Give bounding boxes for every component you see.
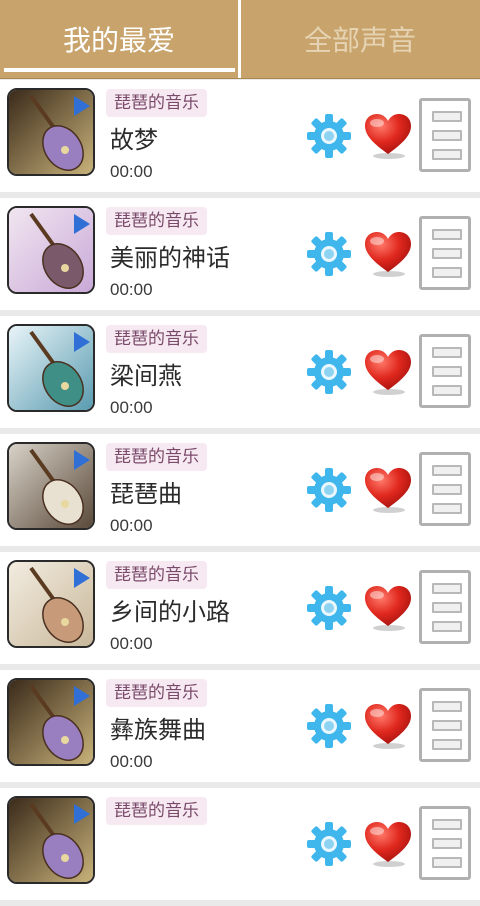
category-tag: 琵琶的音乐 [106, 561, 207, 589]
menu-line [432, 347, 462, 358]
heart-icon[interactable] [363, 702, 413, 750]
heart-icon[interactable] [363, 348, 413, 396]
play-icon[interactable] [74, 214, 90, 234]
menu-line [432, 503, 462, 514]
tab-all-sounds[interactable]: 全部声音 [240, 0, 480, 78]
song-thumbnail[interactable] [7, 678, 95, 766]
menu-line [432, 621, 462, 632]
menu-line [432, 583, 462, 594]
song-duration: 00:00 [110, 162, 153, 181]
play-icon[interactable] [74, 568, 90, 588]
menu-line [432, 366, 462, 377]
menu-line [432, 857, 462, 868]
category-tag: 琵琶的音乐 [106, 207, 207, 235]
song-duration: 00:00 [110, 752, 153, 771]
menu-icon[interactable] [419, 570, 471, 644]
menu-line [432, 602, 462, 613]
heart-icon[interactable] [363, 112, 413, 160]
menu-icon[interactable] [419, 334, 471, 408]
category-tag: 琵琶的音乐 [106, 325, 207, 353]
category-tag: 琵琶的音乐 [106, 89, 207, 117]
song-thumbnail[interactable] [7, 442, 95, 530]
heart-icon[interactable] [363, 230, 413, 278]
menu-icon[interactable] [419, 806, 471, 880]
menu-icon[interactable] [419, 688, 471, 762]
list-item[interactable]: 琵琶的音乐 琵琶曲 00:00 [0, 434, 480, 546]
list-item[interactable]: 琵琶的音乐 [0, 788, 480, 900]
tab-my-favorites[interactable]: 我的最爱 [0, 0, 238, 78]
menu-icon[interactable] [419, 216, 471, 290]
menu-line [432, 130, 462, 141]
menu-line [432, 111, 462, 122]
gear-icon[interactable] [305, 466, 353, 514]
song-duration: 00:00 [110, 516, 153, 535]
gear-icon[interactable] [305, 702, 353, 750]
menu-line [432, 838, 462, 849]
menu-line [432, 484, 462, 495]
song-title: 故梦 [110, 126, 158, 154]
gear-icon[interactable] [305, 112, 353, 160]
list-item[interactable]: 琵琶的音乐 梁间燕 00:00 [0, 316, 480, 428]
gear-icon[interactable] [305, 584, 353, 632]
list-item[interactable]: 琵琶的音乐 乡间的小路 00:00 [0, 552, 480, 664]
song-duration: 00:00 [110, 398, 153, 417]
song-title: 彝族舞曲 [110, 716, 206, 744]
menu-line [432, 701, 462, 712]
category-tag: 琵琶的音乐 [106, 797, 207, 825]
list-item[interactable]: 琵琶的音乐 美丽的神话 00:00 [0, 198, 480, 310]
list-item[interactable]: 琵琶的音乐 彝族舞曲 00:00 [0, 670, 480, 782]
heart-icon[interactable] [363, 820, 413, 868]
menu-line [432, 248, 462, 259]
list-item[interactable]: 琵琶的音乐 故梦 00:00 [0, 80, 480, 192]
gear-icon[interactable] [305, 230, 353, 278]
active-tab-indicator [4, 68, 235, 72]
song-title: 琵琶曲 [110, 480, 182, 508]
play-icon[interactable] [74, 804, 90, 824]
menu-icon[interactable] [419, 98, 471, 172]
category-tag: 琵琶的音乐 [106, 443, 207, 471]
menu-line [432, 465, 462, 476]
song-thumbnail[interactable] [7, 206, 95, 294]
menu-line [432, 229, 462, 240]
song-title: 乡间的小路 [110, 598, 230, 626]
play-icon[interactable] [74, 686, 90, 706]
song-thumbnail[interactable] [7, 796, 95, 884]
song-duration: 00:00 [110, 634, 153, 653]
gear-icon[interactable] [305, 348, 353, 396]
category-tag: 琵琶的音乐 [106, 679, 207, 707]
heart-icon[interactable] [363, 584, 413, 632]
menu-line [432, 149, 462, 160]
gear-icon[interactable] [305, 820, 353, 868]
menu-icon[interactable] [419, 452, 471, 526]
play-icon[interactable] [74, 332, 90, 352]
song-title: 梁间燕 [110, 362, 182, 390]
heart-icon[interactable] [363, 466, 413, 514]
menu-line [432, 739, 462, 750]
menu-line [432, 819, 462, 830]
play-icon[interactable] [74, 96, 90, 116]
song-title: 美丽的神话 [110, 244, 230, 272]
menu-line [432, 267, 462, 278]
menu-line [432, 720, 462, 731]
song-thumbnail[interactable] [7, 560, 95, 648]
song-list[interactable]: 琵琶的音乐 故梦 00:00 琵琶的音乐 美丽的神话 00:00 琵琶的音乐 梁… [0, 80, 480, 906]
song-thumbnail[interactable] [7, 88, 95, 176]
song-thumbnail[interactable] [7, 324, 95, 412]
menu-line [432, 385, 462, 396]
play-icon[interactable] [74, 450, 90, 470]
tab-bar: 我的最爱 全部声音 [0, 0, 480, 79]
song-duration: 00:00 [110, 280, 153, 299]
